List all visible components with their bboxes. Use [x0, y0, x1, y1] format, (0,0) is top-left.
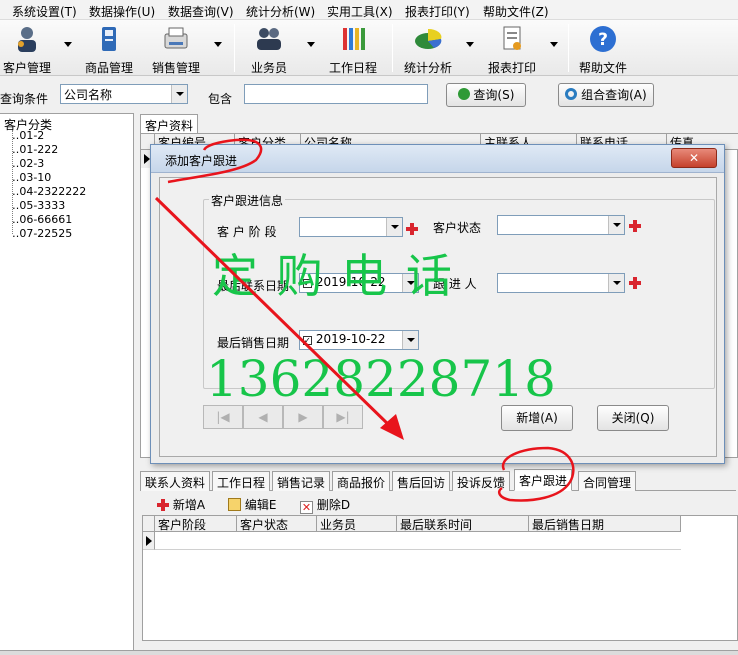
annotation-circle-title — [167, 138, 263, 184]
annotation-overlay — [154, 138, 575, 502]
annotation-arrow — [154, 196, 394, 430]
annotation-circle-tab — [498, 446, 575, 502]
